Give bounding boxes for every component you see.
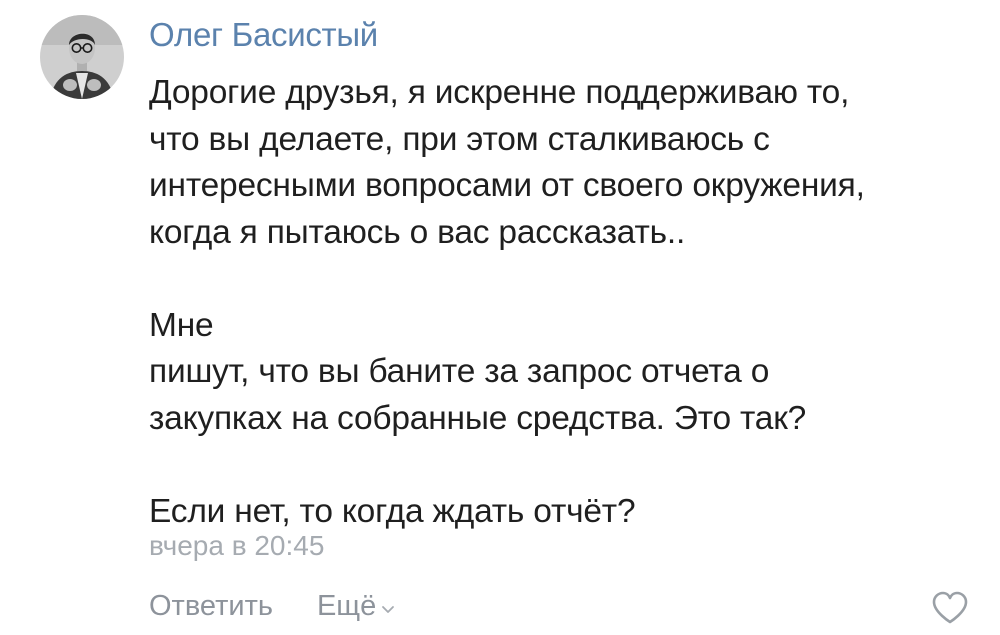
avatar-image: [40, 15, 124, 99]
more-button-label: Ещё: [316, 589, 377, 622]
chevron-down-icon: [381, 590, 395, 623]
comment-text: Дорогие друзья, я искренне поддерживаю т…: [149, 70, 979, 535]
comment-line-blank: [149, 442, 979, 489]
more-button[interactable]: Ещё: [317, 590, 395, 623]
comment-line: что вы делаете, при этом сталкиваюсь с: [149, 120, 770, 158]
avatar[interactable]: [40, 15, 124, 99]
reply-button[interactable]: Ответить: [149, 590, 273, 623]
heart-icon: [930, 591, 970, 630]
author-name[interactable]: Олег Басистый: [149, 16, 378, 54]
comment-timestamp: вчера в 20:45: [149, 530, 325, 561]
comment: Олег Басистый Дорогие друзья, я искренне…: [0, 0, 1000, 635]
comment-line: Если нет, то когда ждать отчёт?: [149, 492, 636, 530]
comment-line: Мне: [149, 306, 214, 344]
comment-line: когда я пытаюсь о вас рассказать..: [149, 213, 686, 251]
comment-line: Дорогие друзья, я искренне поддерживаю т…: [149, 74, 850, 111]
comment-line: интересными вопросами от своего окружени…: [149, 167, 865, 204]
comment-line: пишут, что вы баните за запрос отчета о: [149, 353, 770, 390]
like-button[interactable]: [930, 590, 970, 626]
comment-actions: Ответить Ещё: [149, 588, 395, 624]
comment-line: закупках на собранные средства. Это так?: [149, 399, 807, 437]
comment-line-blank: [149, 256, 979, 303]
